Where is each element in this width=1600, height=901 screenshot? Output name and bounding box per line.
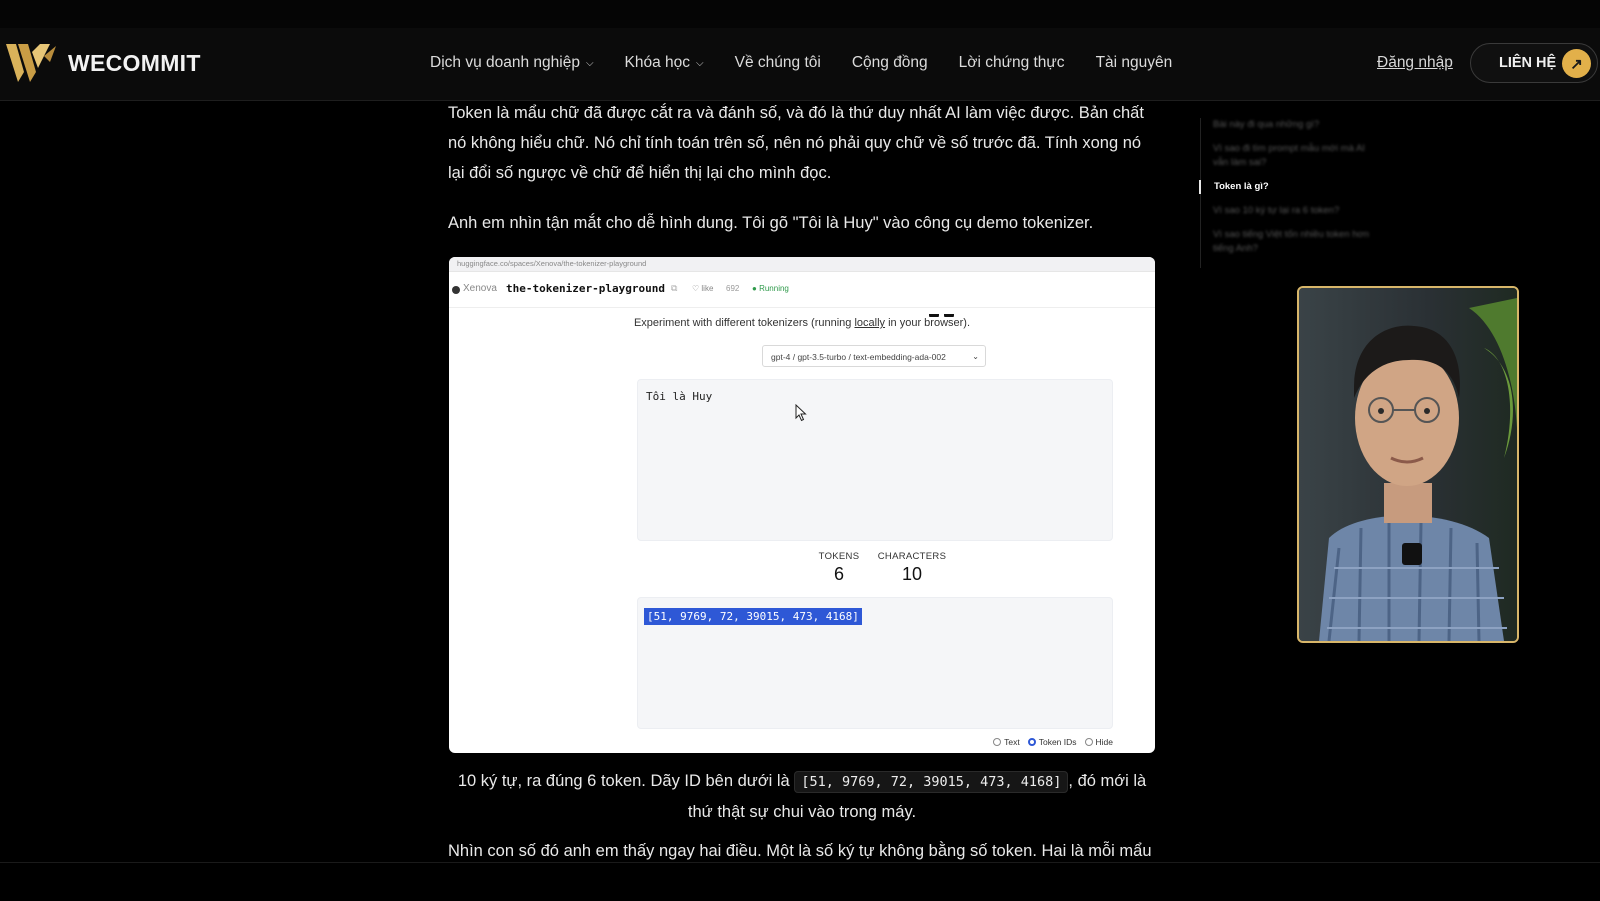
paragraph-text: 10 ký tự, ra đúng 6 token. Dãy ID bên dư… [457,772,795,790]
token-ids-selection: [51, 9769, 72, 39015, 473, 4168] [644,608,862,625]
nav-label: Lời chứng thực [958,54,1065,71]
radio-label: Token IDs [1038,737,1077,747]
nav-item-community[interactable]: Cộng đồng [852,54,928,72]
table-of-contents: Bài này đi qua những gì? Vì sao đi tìm p… [1199,118,1370,266]
brand-logo[interactable]: WECOMMIT [6,44,201,82]
token-ids-output: [51, 9769, 72, 39015, 473, 4168] [637,597,1113,729]
token-count-label: TOKENS [818,551,860,562]
subtitle-text: Experiment with different tokenizers (ru… [633,317,855,329]
toc-item[interactable]: Vì sao đi tìm prompt mẫu mới mà AI vẫn l… [1200,142,1370,170]
bottom-letterbox [0,862,1600,901]
nav-label: Về chúng tôi [734,54,821,71]
presenter-webcam [1297,286,1519,643]
space-repo-name: the-tokenizer-playground [506,282,665,295]
contact-label: LIÊN HỆ [1499,55,1557,71]
nav-label: Dịch vụ doanh nghiệp [430,54,580,71]
radio-token-ids: Token IDs [1027,737,1077,747]
playground-subtitle: Experiment with different tokenizers (ru… [449,317,1155,329]
space-avatar-icon [452,286,460,294]
status-badge: ● Running [752,284,789,293]
mouse-cursor-icon [795,404,807,422]
nav-item-resources[interactable]: Tài nguyên [1096,54,1173,72]
nav-item-about[interactable]: Về chúng tôi [735,54,821,72]
locally-link: locally [854,317,886,329]
model-select: gpt-4 / gpt-3.5-turbo / text-embedding-a… [762,345,986,367]
toc-item[interactable]: Vì sao tiếng Việt tốn nhiều token hơn ti… [1200,228,1370,256]
subtitle-text: in your browser). [885,317,971,329]
space-header: Xenova the-tokenizer-playground ⧉ ♡ like… [449,271,1155,317]
copy-icon: ⧉ [671,283,678,293]
main-nav: Dịch vụ doanh nghiệp ⌵ Khóa học ⌵ Về chú… [430,54,1172,72]
space-owner: Xenova [463,283,497,294]
login-link[interactable]: Đăng nhập [1377,54,1453,72]
radio-circle-icon [1084,738,1093,746]
tokenizer-input: Tôi là Huy [637,379,1113,541]
tokenizer-input-text: Tôi là Huy [646,390,713,403]
radio-selected-icon [1027,738,1036,746]
chevron-down-icon: ⌵ [585,57,594,69]
inline-code: [51, 9769, 72, 39015, 473, 4168] [794,771,1069,793]
toc-item[interactable]: Vì sao 10 ký tự lại ra 6 token? [1200,204,1370,218]
nav-label: Khóa học [624,54,691,71]
view-mode-radios: Text Token IDs Hide [993,737,1113,747]
title-fragment [929,307,969,317]
like-count: 692 [726,284,740,293]
wecommit-logo-icon [6,44,56,82]
chevron-down-icon: ⌵ [696,57,704,69]
radio-label: Hide [1095,737,1113,747]
character-count-label: CHARACTERS [877,551,947,562]
toc-item[interactable]: Bài này đi qua những gì? [1200,118,1370,132]
radio-text: Text [993,737,1020,747]
tokenizer-screenshot: huggingface.co/spaces/Xenova/the-tokeniz… [449,257,1155,753]
article-paragraph: Anh em nhìn tận mắt cho dễ hình dung. Tô… [448,214,1094,232]
site-header: WECOMMIT Dịch vụ doanh nghiệp ⌵ Khóa học… [0,28,1600,101]
radio-circle-icon [993,738,1002,746]
article-paragraph: 10 ký tự, ra đúng 6 token. Dãy ID bên dư… [448,766,1156,827]
brand-name: WECOMMIT [68,49,201,76]
token-count: TOKENS 6 [809,551,869,585]
model-select-value: gpt-4 / gpt-3.5-turbo / text-embedding-a… [771,352,946,362]
presenter-video-frame [1299,288,1517,641]
arrow-up-right-icon: ↗ [1562,49,1591,78]
status-label: Running [759,284,789,293]
like-button: ♡ like [692,284,714,293]
nav-item-testimonials[interactable]: Lời chứng thực [959,54,1065,72]
contact-button[interactable]: LIÊN HỆ ↗ [1470,43,1598,83]
article-paragraph: Token là mẩu chữ đã được cắt ra và đánh … [448,104,1144,182]
nav-item-courses[interactable]: Khóa học ⌵ [625,54,704,72]
top-letterbox [0,0,1600,28]
token-count-value: 6 [833,564,844,584]
character-count: CHARACTERS 10 [867,551,957,585]
nav-item-enterprise-services[interactable]: Dịch vụ doanh nghiệp ⌵ [430,54,594,72]
nav-label: Cộng đồng [851,54,928,71]
radio-hide: Hide [1084,737,1113,747]
nav-label: Tài nguyên [1095,54,1173,71]
character-count-value: 10 [901,564,923,584]
toc-item-active[interactable]: Token là gì? [1199,180,1370,194]
browser-url: huggingface.co/spaces/Xenova/the-tokeniz… [449,257,1155,272]
like-label: like [701,284,714,293]
radio-label: Text [1004,737,1020,747]
chevron-down-icon: ⌄ [972,352,979,361]
